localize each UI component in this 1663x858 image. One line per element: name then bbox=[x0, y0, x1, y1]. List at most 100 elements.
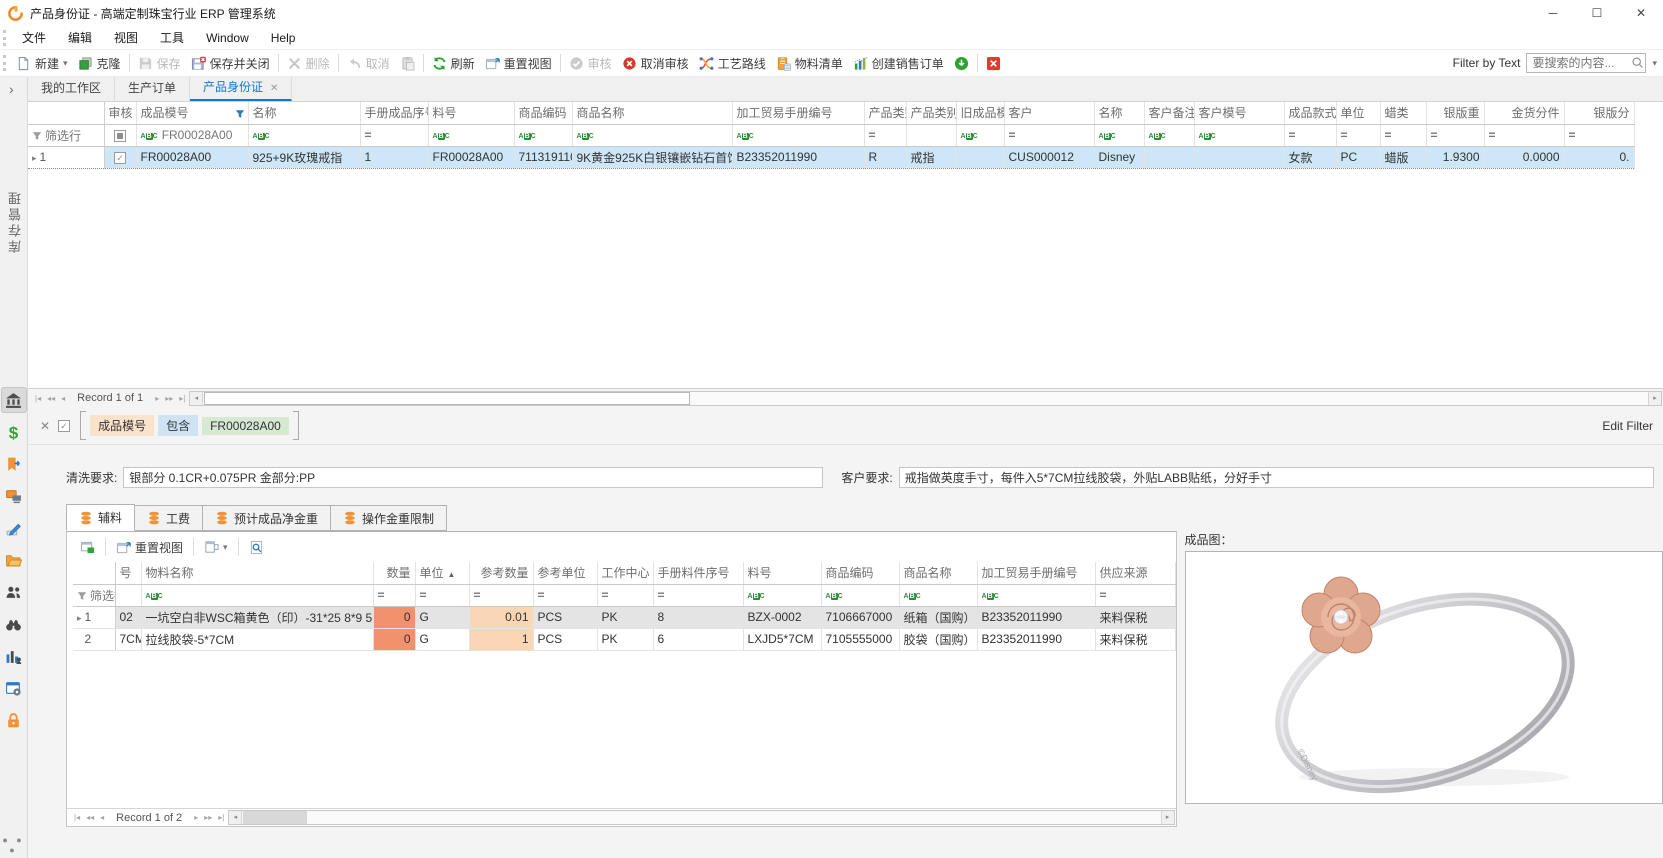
nav-prev-page-icon[interactable]: ◂◂ bbox=[44, 394, 58, 403]
grid-cell[interactable]: ✓ bbox=[104, 146, 136, 168]
filter-row-indicator[interactable]: 筛选行 bbox=[73, 584, 115, 606]
toolbar-grip[interactable] bbox=[3, 55, 8, 71]
grid-cell[interactable]: LXJD5*7CM bbox=[743, 628, 821, 650]
toolbar-button-refresh[interactable]: 刷新 bbox=[427, 52, 480, 75]
column-header-1[interactable]: 物料名称 bbox=[141, 562, 373, 584]
grid-cell[interactable]: PC bbox=[1336, 146, 1380, 168]
sidebar-chart-user-icon[interactable] bbox=[2, 644, 26, 668]
column-header-11[interactable]: 加工贸易手册编号 bbox=[977, 562, 1095, 584]
filter-cell-15[interactable]: = bbox=[1284, 124, 1336, 146]
filter-cell-2[interactable]: = bbox=[373, 584, 415, 606]
grid-cell[interactable]: 胶袋（国购） bbox=[899, 628, 977, 650]
nav-next-page-icon[interactable]: ▸▸ bbox=[162, 394, 176, 403]
filter-cell-10[interactable]: ABC bbox=[899, 584, 977, 606]
grid-cell[interactable]: 02 bbox=[115, 606, 141, 628]
filter-field-chip[interactable]: 成品模号 bbox=[90, 415, 154, 436]
grid-cell[interactable]: 纸箱（国购） bbox=[899, 606, 977, 628]
grid-cell[interactable]: 0.0000 bbox=[1484, 146, 1564, 168]
nav-last-icon[interactable]: ▸| bbox=[176, 394, 188, 403]
filter-cell-0[interactable] bbox=[115, 584, 141, 606]
menu-item-help[interactable]: Help bbox=[260, 26, 307, 50]
column-header-17[interactable]: 蜡类 bbox=[1380, 102, 1426, 124]
filter-cell-8[interactable]: = bbox=[864, 124, 906, 146]
filter-cell-12[interactable]: = bbox=[1095, 584, 1175, 606]
grid-cell[interactable] bbox=[956, 146, 1004, 168]
nav-first-icon[interactable]: |◂ bbox=[71, 813, 83, 822]
nav-next-page-icon[interactable]: ▸▸ bbox=[201, 813, 215, 822]
sidebar-edit-icon[interactable] bbox=[2, 516, 26, 540]
filter-cell-11[interactable]: ABC bbox=[977, 584, 1095, 606]
column-header-16[interactable]: 单位 bbox=[1336, 102, 1380, 124]
column-header-3[interactable]: 单位▲ bbox=[415, 562, 469, 584]
filter-dropdown-caret[interactable]: ▾ bbox=[1652, 58, 1657, 69]
grid-cell[interactable]: 来料保税 bbox=[1095, 606, 1175, 628]
column-header-10[interactable]: 旧成品模号 bbox=[956, 102, 1004, 124]
grid-cell[interactable]: 7CM bbox=[115, 628, 141, 650]
filter-cell-16[interactable]: = bbox=[1336, 124, 1380, 146]
column-header-7[interactable]: 加工贸易手册编号 bbox=[732, 102, 864, 124]
grid-cell[interactable]: 1 bbox=[360, 146, 428, 168]
filter-cell-2[interactable]: ABC bbox=[248, 124, 360, 146]
filter-cell-6[interactable]: ABC bbox=[572, 124, 732, 146]
filter-cell-1[interactable]: ABC bbox=[141, 584, 373, 606]
nav-last-icon[interactable]: ▸| bbox=[215, 813, 227, 822]
column-header-9[interactable]: 商品编码 bbox=[821, 562, 899, 584]
column-header-6[interactable]: 工作中心 bbox=[597, 562, 653, 584]
menu-item-tools[interactable]: 工具 bbox=[149, 26, 195, 50]
column-header-20[interactable]: 银版分 bbox=[1564, 102, 1634, 124]
sidebar-bank-icon[interactable] bbox=[2, 388, 26, 412]
menu-item-window[interactable]: Window bbox=[195, 26, 260, 50]
filter-cell-19[interactable]: = bbox=[1484, 124, 1564, 146]
toolbar-button-new[interactable]: 新建▾ bbox=[11, 52, 73, 75]
sidebar-binoculars-icon[interactable] bbox=[2, 612, 26, 636]
column-header-6[interactable]: 商品名称 bbox=[572, 102, 732, 124]
grid-cell[interactable]: 女款 bbox=[1284, 146, 1336, 168]
filter-close-icon[interactable]: ✕ bbox=[40, 419, 50, 433]
grid-cell[interactable]: CUS000012 bbox=[1004, 146, 1094, 168]
column-header-4[interactable]: 参考数量 bbox=[469, 562, 533, 584]
row-indicator[interactable]: ▸1 bbox=[28, 146, 104, 168]
menu-item-file[interactable]: 文件 bbox=[11, 26, 57, 50]
sidebar-window-settings-icon[interactable] bbox=[2, 676, 26, 700]
grid-cell[interactable]: BZX-0002 bbox=[743, 606, 821, 628]
filter-cell-5[interactable]: ABC bbox=[514, 124, 572, 146]
filter-cell-0[interactable] bbox=[104, 124, 136, 146]
column-header-15[interactable]: 成品款式 bbox=[1284, 102, 1336, 124]
grid-cell[interactable]: 9K黄金925K白银镶嵌钻石首饰A bbox=[572, 146, 732, 168]
sidebar-bookmark-export-icon[interactable] bbox=[2, 452, 26, 476]
grid-cell[interactable]: 7105555000 bbox=[821, 628, 899, 650]
filter-cell-9[interactable]: ABC bbox=[821, 584, 899, 606]
nav-prev-icon[interactable]: ◂ bbox=[97, 813, 107, 822]
scroll-left-icon[interactable]: ◂ bbox=[190, 392, 203, 405]
tab-close-icon[interactable]: ✕ bbox=[270, 83, 278, 94]
grid-cell[interactable]: B23352011990 bbox=[977, 606, 1095, 628]
toolbar-button-create-sales-order[interactable]: 创建销售订单 bbox=[848, 52, 949, 75]
row-indicator[interactable]: ▸2 bbox=[73, 628, 115, 650]
filter-cell-13[interactable]: ABC bbox=[1144, 124, 1194, 146]
search-icon[interactable] bbox=[1631, 56, 1644, 72]
filter-cell-8[interactable]: ABC bbox=[743, 584, 821, 606]
column-header-19[interactable]: 金货分件 bbox=[1484, 102, 1564, 124]
column-header-14[interactable]: 客户模号 bbox=[1194, 102, 1284, 124]
column-header-8[interactable]: 料号 bbox=[743, 562, 821, 584]
grid-cell[interactable]: B23352011990 bbox=[977, 628, 1095, 650]
filter-cell-10[interactable]: ABC bbox=[956, 124, 1004, 146]
filter-cell-1[interactable]: ABCFR00028A00 bbox=[136, 124, 248, 146]
grid-cell[interactable]: 925+9K玫瑰戒指 bbox=[248, 146, 360, 168]
filter-operator-chip[interactable]: 包含 bbox=[158, 415, 198, 436]
filter-row-indicator[interactable]: 筛选行 bbox=[28, 124, 104, 146]
grid-cell[interactable]: PCS bbox=[533, 606, 597, 628]
sidebar-devices-icon[interactable] bbox=[2, 484, 26, 508]
filter-cell-17[interactable]: = bbox=[1380, 124, 1426, 146]
minimize-button[interactable]: ─ bbox=[1531, 0, 1575, 26]
tab-product-identity[interactable]: 产品身份证✕ bbox=[190, 77, 292, 101]
grid-cell[interactable]: G bbox=[415, 628, 469, 650]
grid-cell[interactable]: B23352011990 bbox=[732, 146, 864, 168]
menu-item-view[interactable]: 视图 bbox=[103, 26, 149, 50]
column-header-13[interactable]: 客户备注 bbox=[1144, 102, 1194, 124]
column-header-2[interactable]: 数量 bbox=[373, 562, 415, 584]
detail-tab-estimated-net-gold-weight[interactable]: 预计成品净金重 bbox=[202, 505, 331, 531]
column-header-5[interactable]: 参考单位 bbox=[533, 562, 597, 584]
detail-grid-hscrollbar[interactable]: ◂ ▸ bbox=[228, 810, 1174, 825]
toolbar-button-download[interactable] bbox=[949, 52, 974, 75]
